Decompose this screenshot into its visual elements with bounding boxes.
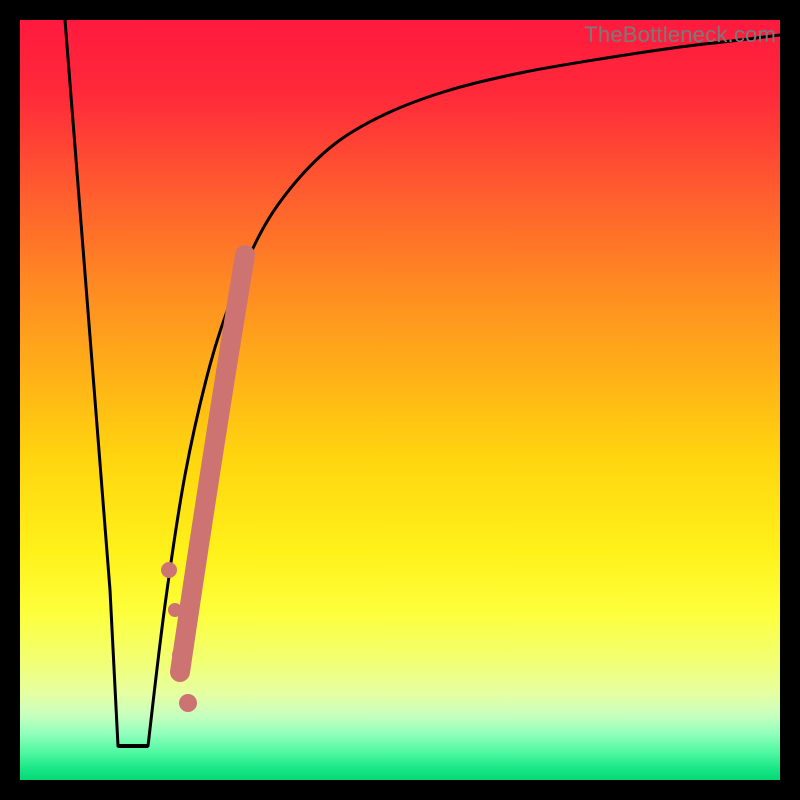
chart-plot <box>20 20 780 780</box>
curve-left-fall <box>65 20 118 746</box>
highlight-dot <box>168 603 182 617</box>
highlight-dot <box>161 562 177 578</box>
highlight-segment <box>180 255 245 672</box>
curve-right-rise <box>148 35 780 746</box>
highlight-dot <box>179 694 197 712</box>
highlight-dot <box>172 646 190 664</box>
chart-frame: TheBottleneck.com <box>20 20 780 780</box>
watermark-label: TheBottleneck.com <box>584 22 776 48</box>
highlight-markers <box>161 255 245 712</box>
